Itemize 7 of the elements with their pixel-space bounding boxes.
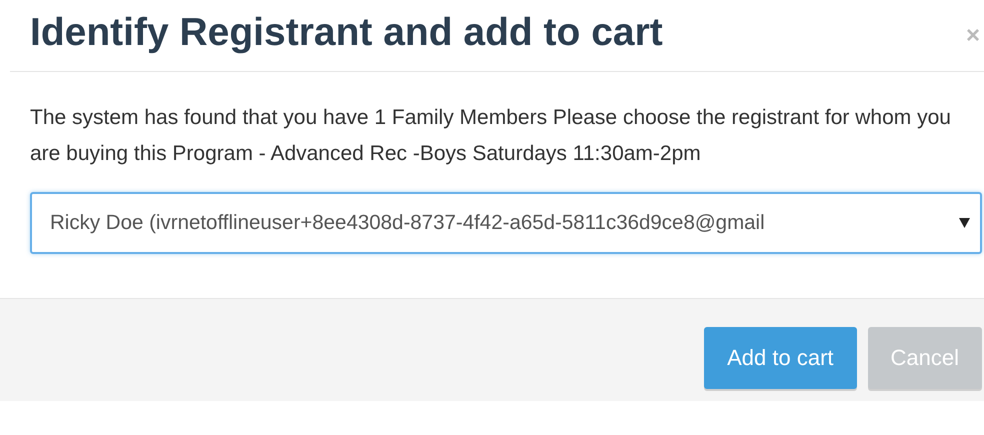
cancel-button[interactable]: Cancel xyxy=(868,327,982,389)
registrant-select[interactable]: Ricky Doe (ivrnetofflineuser+8ee4308d-8737-4f42-a65d-5811c36d9ce8@gmail xyxy=(30,192,982,254)
dialog-title: Identify Registrant and add to cart xyxy=(30,10,663,54)
close-button[interactable]: × xyxy=(966,24,980,48)
add-to-cart-button[interactable]: Add to cart xyxy=(704,327,857,389)
message-text: The system has found that you have 1 Family Members Please choose the registrant for whom you are buying this Program - Advanced Rec -Boys Saturdays 11:30am-2pm xyxy=(30,105,952,167)
caret-icon xyxy=(959,218,970,228)
